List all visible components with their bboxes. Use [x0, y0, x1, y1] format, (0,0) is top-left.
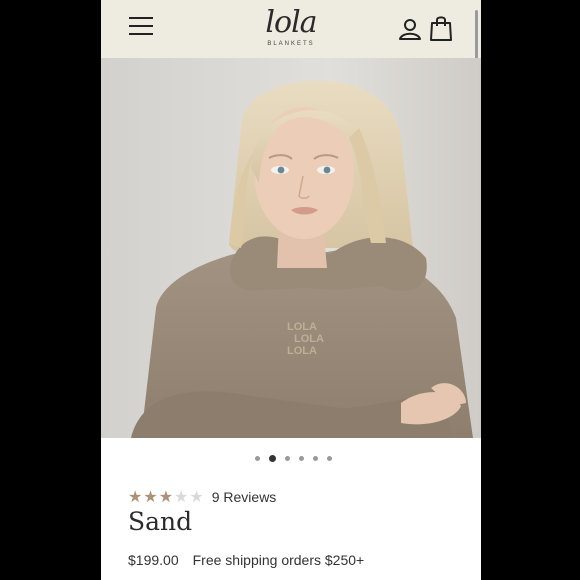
carousel-dot[interactable]	[254, 455, 260, 461]
carousel-dots	[101, 452, 481, 464]
carousel-dot[interactable]	[312, 455, 318, 461]
shipping-note: Free shipping orders $250+	[192, 552, 365, 568]
carousel-dot[interactable]	[268, 454, 276, 462]
site-header: lola BLANKETS	[101, 0, 481, 92]
account-icon[interactable]	[398, 17, 422, 41]
rating-stars: ★ ★ ★ ★ ★	[128, 488, 204, 506]
mobile-page: lola BLANKETS LOLA LOLA LOLA ★ ★ ★ ★ ★ 9…	[101, 0, 481, 580]
svg-text:LOLA: LOLA	[287, 345, 317, 357]
star-empty-icon: ★	[189, 487, 204, 506]
product-price: $199.00	[128, 552, 179, 568]
product-image[interactable]: LOLA LOLA LOLA	[101, 58, 481, 438]
product-rating: ★ ★ ★ ★ ★ 9 Reviews	[128, 488, 276, 506]
star-filled-icon: ★	[128, 487, 143, 506]
svg-text:LOLA: LOLA	[294, 333, 324, 345]
reviews-link[interactable]: 9 Reviews	[212, 489, 277, 505]
carousel-dot[interactable]	[284, 455, 290, 461]
star-filled-icon: ★	[143, 487, 158, 506]
logo-text: lola	[265, 5, 317, 40]
product-title: Sand	[128, 507, 193, 536]
star-filled-icon: ★	[158, 487, 174, 506]
brand-logo[interactable]: lola BLANKETS	[251, 6, 331, 52]
product-photo: LOLA LOLA LOLA	[101, 58, 481, 438]
menu-icon[interactable]	[129, 17, 153, 35]
carousel-dot[interactable]	[298, 455, 304, 461]
svg-text:LOLA: LOLA	[287, 321, 317, 333]
star-empty-icon: ★	[174, 487, 189, 506]
carousel-dot[interactable]	[326, 455, 332, 461]
logo-subtext: BLANKETS	[267, 41, 315, 47]
price-row: $199.00 Free shipping orders $250+	[128, 551, 364, 569]
shopping-bag-icon[interactable]	[429, 15, 453, 41]
